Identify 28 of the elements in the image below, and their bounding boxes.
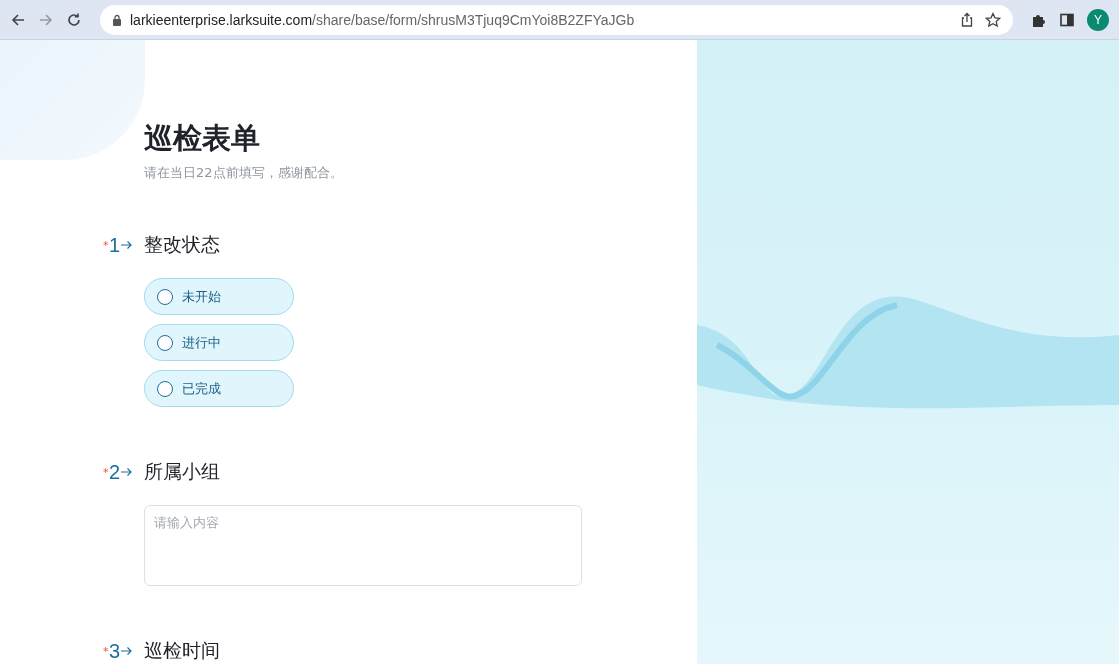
- required-mark: *: [103, 238, 109, 252]
- arrow-icon: [121, 240, 134, 250]
- question-number: 2: [109, 460, 121, 484]
- radio-option[interactable]: 进行中: [144, 324, 294, 361]
- star-icon[interactable]: [985, 11, 1001, 28]
- back-icon[interactable]: [10, 11, 26, 28]
- required-mark: *: [103, 465, 109, 479]
- form-description: 请在当日22点前填写，感谢配合。: [144, 164, 344, 182]
- profile-avatar[interactable]: Y: [1087, 8, 1109, 31]
- share-icon[interactable]: [959, 11, 975, 28]
- reload-icon[interactable]: [66, 11, 82, 28]
- side-panel-icon[interactable]: [1059, 11, 1075, 28]
- arrow-icon: [121, 467, 134, 477]
- lock-icon: [112, 13, 122, 26]
- question-label: 巡检时间: [144, 638, 221, 663]
- question-number: 1: [109, 233, 121, 257]
- question-label: 整改状态: [144, 232, 221, 257]
- required-mark: *: [103, 644, 109, 658]
- question-label: 所属小组: [144, 459, 221, 484]
- question-number: 3: [109, 639, 121, 663]
- text-field[interactable]: 请输入内容: [144, 505, 582, 586]
- address-bar[interactable]: larkieenterprise.larksuite.com/share/base/form/shrusM3Tjuq9CmYoi8B2ZFYaJGb: [100, 4, 1013, 35]
- radio-option[interactable]: 未开始: [144, 278, 294, 315]
- form-title: 巡检表单: [144, 120, 261, 156]
- url-domain: larkieenterprise.larksuite.com: [130, 11, 313, 28]
- arrow-icon: [121, 646, 134, 656]
- radio-option[interactable]: 已完成: [144, 370, 294, 407]
- url-path: /share/base/form/shrusM3Tjuq9CmYoi8B2ZFYaJGb: [312, 11, 635, 28]
